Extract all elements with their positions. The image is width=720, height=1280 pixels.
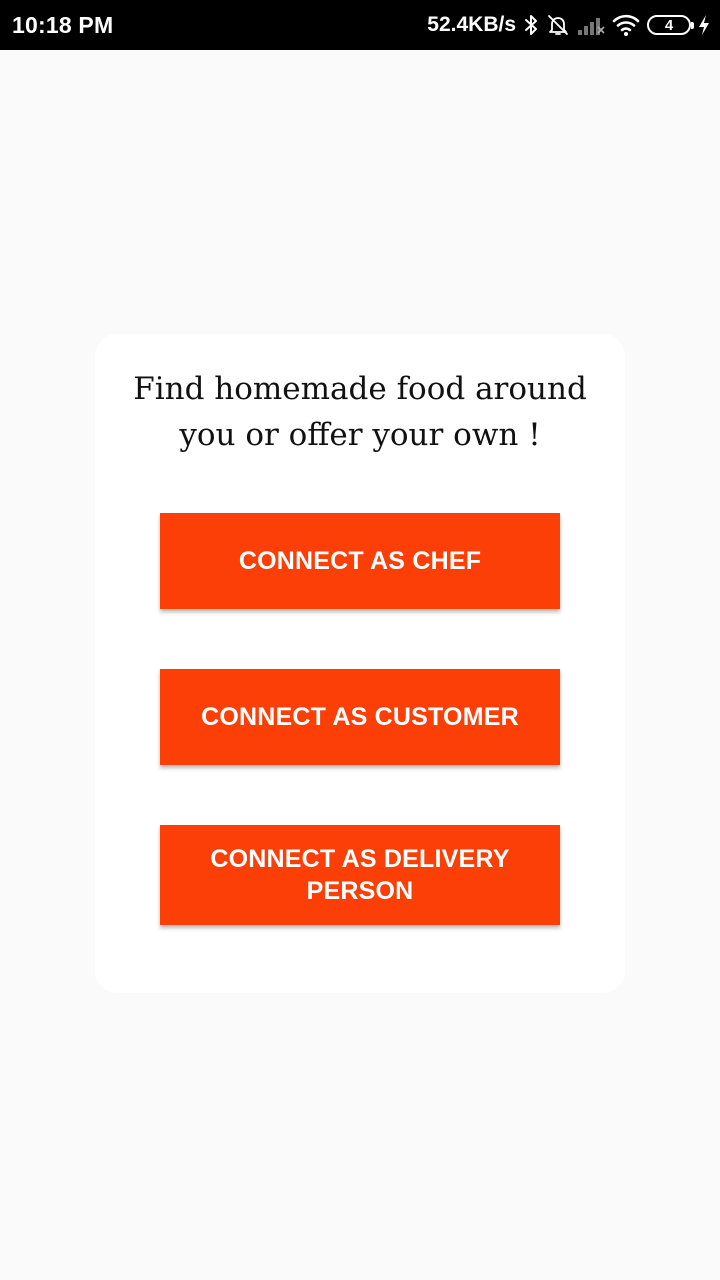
status-icons: 52.4KB/s 4 — [427, 13, 710, 37]
status-time: 10:18 PM — [12, 11, 114, 38]
tagline: Find homemade food around you or offer y… — [133, 371, 587, 453]
connect-as-delivery-person-button[interactable]: CONNECT AS DELIVERY PERSON — [160, 825, 560, 925]
connect-as-customer-button[interactable]: CONNECT AS CUSTOMER — [160, 669, 560, 765]
battery-icon: 4 — [647, 15, 694, 35]
battery-level: 4 — [664, 16, 674, 34]
network-speed: 52.4KB/s — [427, 13, 516, 36]
connect-as-chef-button[interactable]: CONNECT AS CHEF — [160, 513, 560, 609]
signal-icon — [577, 14, 605, 36]
status-bar: 10:18 PM 52.4KB/s 4 — [0, 0, 720, 50]
charging-icon — [698, 14, 710, 36]
bluetooth-icon — [523, 13, 539, 37]
wifi-icon — [612, 13, 640, 37]
role-selection-card: Find homemade food around you or offer y… — [95, 334, 625, 993]
bell-off-icon — [546, 13, 570, 37]
